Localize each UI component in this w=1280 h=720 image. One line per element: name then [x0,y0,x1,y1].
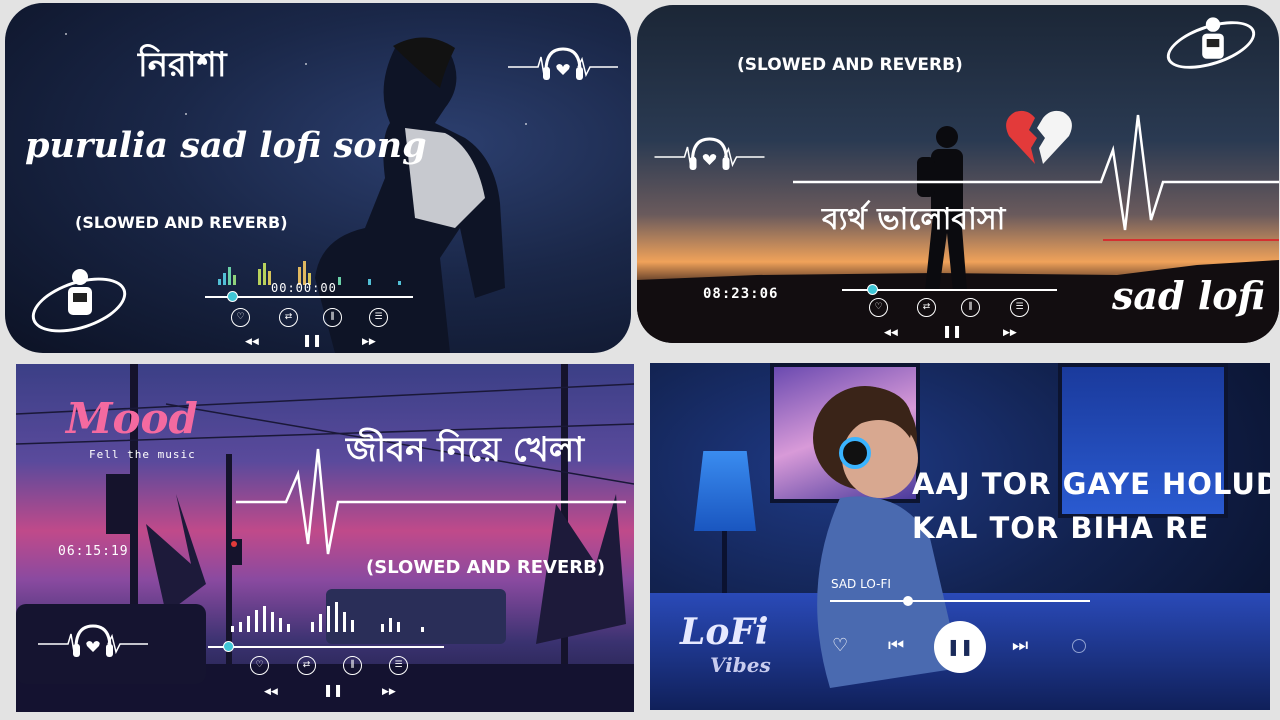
video-thumbnail-purulia[interactable]: নিরাশা purulia sad lofi song (SLOWED AND… [5,3,631,353]
timer: 06:15:19 [58,544,129,559]
mood-tagline: Fell the music [89,448,196,461]
pulse-line [793,114,1279,241]
heart-button[interactable]: ♡ [832,635,848,656]
previous-track-button[interactable]: ⏮ [888,635,904,656]
lamp [694,451,756,531]
photographer-logo-icon [1202,17,1224,59]
slowed-reverb-tag: (SLOWED AND REVERB) [737,55,963,75]
playlist-button[interactable]: ☰ [369,308,388,327]
rewind-button[interactable]: ◀◀ [245,337,259,347]
slowed-reverb-tag: (SLOWED AND REVERB) [75,213,288,232]
pause-button[interactable]: ❚❚ [302,333,322,347]
title-bengali: নিরাশা [138,45,227,85]
vibes-logo: Vibes [710,653,771,677]
play-pause-button[interactable]: ❚❚ [934,621,986,673]
progress-knob[interactable] [867,284,878,295]
progress-bar[interactable] [830,600,1090,602]
repeat-button[interactable]: ⇄ [297,656,316,675]
forward-button[interactable]: ▶▶ [362,337,376,347]
progress-knob[interactable] [227,291,238,302]
timer: 00:00:00 [271,281,337,295]
title-bengali: ব্যর্থ ভালোবাসা [822,202,1006,237]
timer: 08:23:06 [703,286,779,302]
lyric-line-1: AAJ TOR GAYE HOLUD [912,467,1270,501]
progress-knob[interactable] [903,596,913,606]
video-thumbnail-jibon[interactable]: Mood Fell the music জীবন নিয়ে খেলা 06:1… [16,364,634,712]
heart-button[interactable]: ♡ [250,656,269,675]
playlist-button[interactable]: ☰ [1010,298,1029,317]
video-thumbnail-byartho[interactable]: (SLOWED AND REVERB) ব্যর্থ ভালোবাসা 08:2… [637,5,1279,343]
heart-button[interactable]: ♡ [869,298,888,317]
headphone-logo-icon [508,47,618,80]
pause-icon: ❚❚ [946,637,974,656]
forward-button[interactable]: ▶▶ [382,687,396,697]
audio-visualizer [221,600,451,632]
lyric-line-2: KAL TOR BIHA RE [912,511,1210,545]
video-thumbnail-gaye-holud[interactable]: AAJ TOR GAYE HOLUD KAL TOR BIHA RE SAD L… [650,363,1270,710]
lofi-logo: LoFi [680,611,769,653]
pause-button[interactable]: ❚❚ [942,324,962,338]
subtitle: sad lofi [1112,273,1266,318]
slowed-reverb-tag: (SLOWED AND REVERB) [366,557,606,578]
headphone-logo-icon [654,137,765,170]
rewind-button[interactable]: ◀◀ [264,687,278,697]
rewind-button[interactable]: ◀◀ [884,328,898,338]
repeat-button[interactable]: ⇄ [917,298,936,317]
boy-illustration [315,37,505,353]
minus-button[interactable] [1072,639,1086,653]
equalizer-button[interactable]: ⫼ [961,298,980,317]
mood-logo: Mood [66,394,198,443]
forward-button[interactable]: ▶▶ [1003,328,1017,338]
pulse-line [236,448,626,555]
progress-knob[interactable] [223,641,234,652]
photographer-logo-icon [68,269,92,315]
subtitle: purulia sad lofi song [25,125,427,166]
repeat-button[interactable]: ⇄ [279,308,298,327]
equalizer-button[interactable]: ⫼ [323,308,342,327]
equalizer-button[interactable]: ⫼ [343,656,362,675]
progress-bar[interactable] [208,646,444,648]
next-track-button[interactable]: ⏭ [1012,635,1028,656]
heart-button[interactable]: ♡ [231,308,250,327]
playlist-button[interactable]: ☰ [389,656,408,675]
headphone-logo-icon [38,624,148,657]
track-label: SAD LO-FI [831,577,891,591]
pause-button[interactable]: ❚❚ [323,683,343,697]
